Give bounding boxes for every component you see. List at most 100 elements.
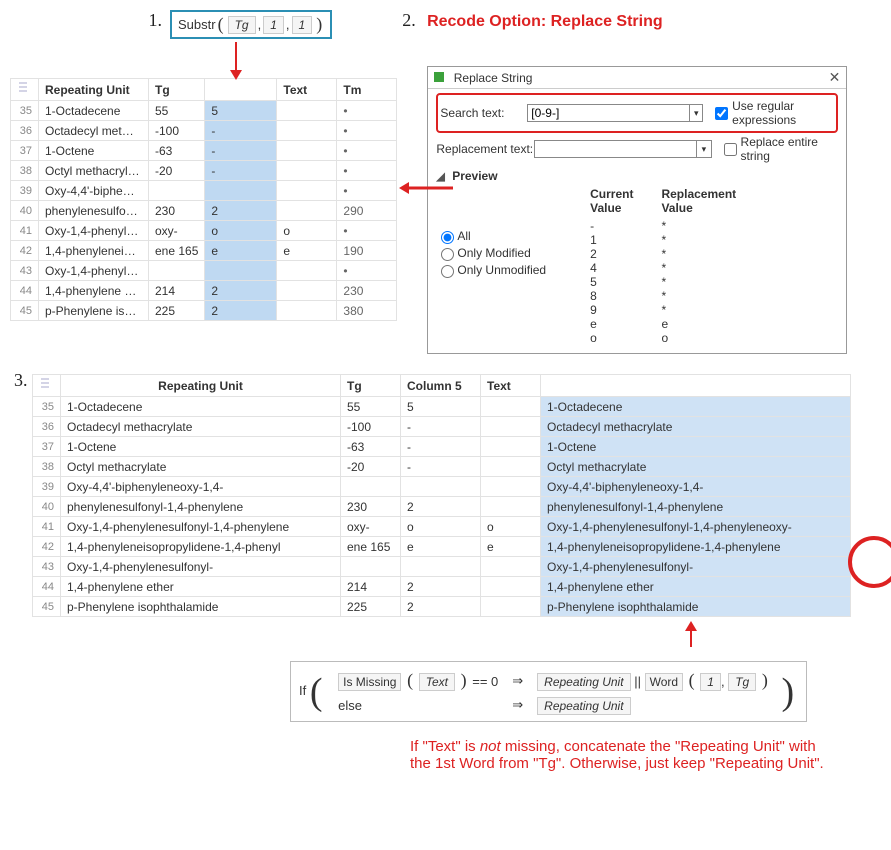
cell-text[interactable]: o bbox=[277, 221, 337, 241]
cell-text[interactable] bbox=[277, 261, 337, 281]
cell-tg[interactable]: 55 bbox=[341, 397, 401, 417]
cell-repeating-unit[interactable]: Oxy-4,4'-biphe… bbox=[39, 181, 149, 201]
table-row[interactable]: 371-Octene-63-• bbox=[11, 141, 397, 161]
cell-column-7[interactable]: 1,4-phenylene ether bbox=[541, 577, 851, 597]
cell-column-5[interactable]: 2 bbox=[205, 301, 277, 321]
table-row[interactable]: 43Oxy-1,4-phenylenesulfonyl-Oxy-1,4-phen… bbox=[33, 557, 851, 577]
close-icon[interactable]: ✕ bbox=[829, 69, 841, 86]
table-row[interactable]: 441,4-phenylene …2142230 bbox=[11, 281, 397, 301]
cell-tm[interactable]: • bbox=[337, 121, 397, 141]
cell-repeating-unit[interactable]: 1,4-phenylenei… bbox=[39, 241, 149, 261]
col-header-tg[interactable]: Tg bbox=[149, 79, 205, 101]
cell-column-7[interactable]: phenylenesulfonyl-1,4-phenylene bbox=[541, 497, 851, 517]
cell-repeating-unit[interactable]: 1-Octadecene bbox=[61, 397, 341, 417]
cell-text[interactable] bbox=[481, 437, 541, 457]
cell-tg[interactable]: 230 bbox=[149, 201, 205, 221]
col-header-repeating-unit[interactable]: Repeating Unit bbox=[39, 79, 149, 101]
use-regex-checkbox[interactable] bbox=[715, 107, 728, 120]
col-header-text[interactable]: Text bbox=[277, 79, 337, 101]
cell-column-7[interactable]: p-Phenylene isophthalamide bbox=[541, 597, 851, 617]
cell-tg[interactable]: 230 bbox=[341, 497, 401, 517]
table-row[interactable]: 42 1,4-phenylenei…ene 165ee190 bbox=[11, 241, 397, 261]
col-header-tg[interactable]: Tg bbox=[341, 375, 401, 397]
cell-column-5[interactable]: 5 bbox=[205, 101, 277, 121]
cell-tg[interactable]: -100 bbox=[149, 121, 205, 141]
cell-text[interactable] bbox=[481, 477, 541, 497]
table-row[interactable]: 45p-Phenylene is…2252380 bbox=[11, 301, 397, 321]
table-row[interactable]: 42 1,4-phenyleneisopropylidene-1,4-pheny… bbox=[33, 537, 851, 557]
cell-text[interactable] bbox=[481, 597, 541, 617]
cell-column-7[interactable]: Octadecyl methacrylate bbox=[541, 417, 851, 437]
table-row[interactable]: 351-Octadecene555• bbox=[11, 101, 397, 121]
table-row[interactable]: 351-Octadecene5551-Octadecene bbox=[33, 397, 851, 417]
cell-text[interactable]: e bbox=[481, 537, 541, 557]
cell-text[interactable] bbox=[481, 497, 541, 517]
cell-column-5[interactable]: e bbox=[205, 241, 277, 261]
cell-column-7[interactable]: Oxy-1,4-phenylenesulfonyl- bbox=[541, 557, 851, 577]
cell-column-5[interactable]: - bbox=[401, 437, 481, 457]
cell-text[interactable] bbox=[481, 557, 541, 577]
cell-column-7[interactable]: 1,4-phenyleneisopropylidene-1,4-phenylen… bbox=[541, 537, 851, 557]
cell-column-5[interactable]: 2 bbox=[401, 597, 481, 617]
table-row[interactable]: 38Octyl methacrylate-20-Octyl methacryla… bbox=[33, 457, 851, 477]
cell-tg[interactable] bbox=[149, 261, 205, 281]
cell-column-7[interactable]: 1-Octene bbox=[541, 437, 851, 457]
cell-column-5[interactable] bbox=[401, 477, 481, 497]
table-row[interactable]: 41Oxy-1,4-phenyl…oxy-oo• bbox=[11, 221, 397, 241]
cell-tm[interactable]: • bbox=[337, 181, 397, 201]
cell-tg[interactable]: 55 bbox=[149, 101, 205, 121]
cell-tm[interactable]: • bbox=[337, 161, 397, 181]
cell-tg[interactable]: ene 165 bbox=[341, 537, 401, 557]
cell-text[interactable]: e bbox=[277, 241, 337, 261]
cell-column-5[interactable]: o bbox=[205, 221, 277, 241]
col-header-column-5[interactable]: Column 5 bbox=[401, 375, 481, 397]
cell-text[interactable] bbox=[277, 281, 337, 301]
table-row[interactable]: 39Oxy-4,4'-biphenyleneoxy-1,4-Oxy-4,4'-b… bbox=[33, 477, 851, 497]
col-header-repeating-unit[interactable]: Repeating Unit bbox=[61, 375, 341, 397]
table-row[interactable]: 38Octyl methacryl…-20-• bbox=[11, 161, 397, 181]
cell-tg[interactable]: -63 bbox=[341, 437, 401, 457]
cell-repeating-unit[interactable]: Oxy-1,4-phenyl… bbox=[39, 221, 149, 241]
cell-tg[interactable]: 225 bbox=[149, 301, 205, 321]
cell-tg[interactable]: -20 bbox=[149, 161, 205, 181]
table-row[interactable]: 36Octadecyl met…-100-• bbox=[11, 121, 397, 141]
cell-repeating-unit[interactable]: phenylenesulfonyl-1,4-phenylene bbox=[61, 497, 341, 517]
table-row[interactable]: 40phenylenesulfonyl-1,4-phenylene2302phe… bbox=[33, 497, 851, 517]
cell-tg[interactable]: 214 bbox=[341, 577, 401, 597]
cell-repeating-unit[interactable]: Octyl methacryl… bbox=[39, 161, 149, 181]
cell-tm[interactable]: • bbox=[337, 141, 397, 161]
cell-repeating-unit[interactable]: phenylenesulfo… bbox=[39, 201, 149, 221]
cell-tm[interactable]: 190 bbox=[337, 241, 397, 261]
cell-text[interactable] bbox=[277, 301, 337, 321]
cell-text[interactable] bbox=[481, 457, 541, 477]
cell-column-5[interactable]: 2 bbox=[205, 201, 277, 221]
cell-column-5[interactable]: 2 bbox=[205, 281, 277, 301]
cell-column-5[interactable] bbox=[401, 557, 481, 577]
cell-column-5[interactable]: 5 bbox=[401, 397, 481, 417]
table-row[interactable]: 36Octadecyl methacrylate-100-Octadecyl m… bbox=[33, 417, 851, 437]
replace-entire-checkbox[interactable] bbox=[724, 143, 737, 156]
dropdown-icon[interactable]: ▾ bbox=[697, 140, 711, 158]
cell-tg[interactable] bbox=[149, 181, 205, 201]
cell-tm[interactable]: 290 bbox=[337, 201, 397, 221]
cell-text[interactable] bbox=[481, 577, 541, 597]
col-header-tm[interactable]: Tm bbox=[337, 79, 397, 101]
col-header-text[interactable]: Text bbox=[481, 375, 541, 397]
cell-tg[interactable]: 225 bbox=[341, 597, 401, 617]
table-row[interactable]: 43Oxy-1,4-phenyl…• bbox=[11, 261, 397, 281]
col-header-column-5[interactable]: Column 5 bbox=[205, 79, 277, 101]
cell-repeating-unit[interactable]: 1-Octene bbox=[39, 141, 149, 161]
cell-text[interactable] bbox=[277, 141, 337, 161]
table-3[interactable]: Repeating Unit Tg Column 5 Text Column 7… bbox=[32, 374, 881, 617]
cell-repeating-unit[interactable]: Octyl methacrylate bbox=[61, 457, 341, 477]
cell-text[interactable] bbox=[277, 161, 337, 181]
cell-column-5[interactable]: 2 bbox=[401, 577, 481, 597]
table-corner-icon[interactable] bbox=[11, 79, 39, 101]
cell-tm[interactable]: 230 bbox=[337, 281, 397, 301]
cell-tm[interactable]: 380 bbox=[337, 301, 397, 321]
cell-repeating-unit[interactable]: Octadecyl met… bbox=[39, 121, 149, 141]
cell-column-5[interactable]: - bbox=[401, 457, 481, 477]
cell-repeating-unit[interactable]: p-Phenylene isophthalamide bbox=[61, 597, 341, 617]
cell-tg[interactable]: oxy- bbox=[341, 517, 401, 537]
cell-column-5[interactable]: - bbox=[205, 141, 277, 161]
